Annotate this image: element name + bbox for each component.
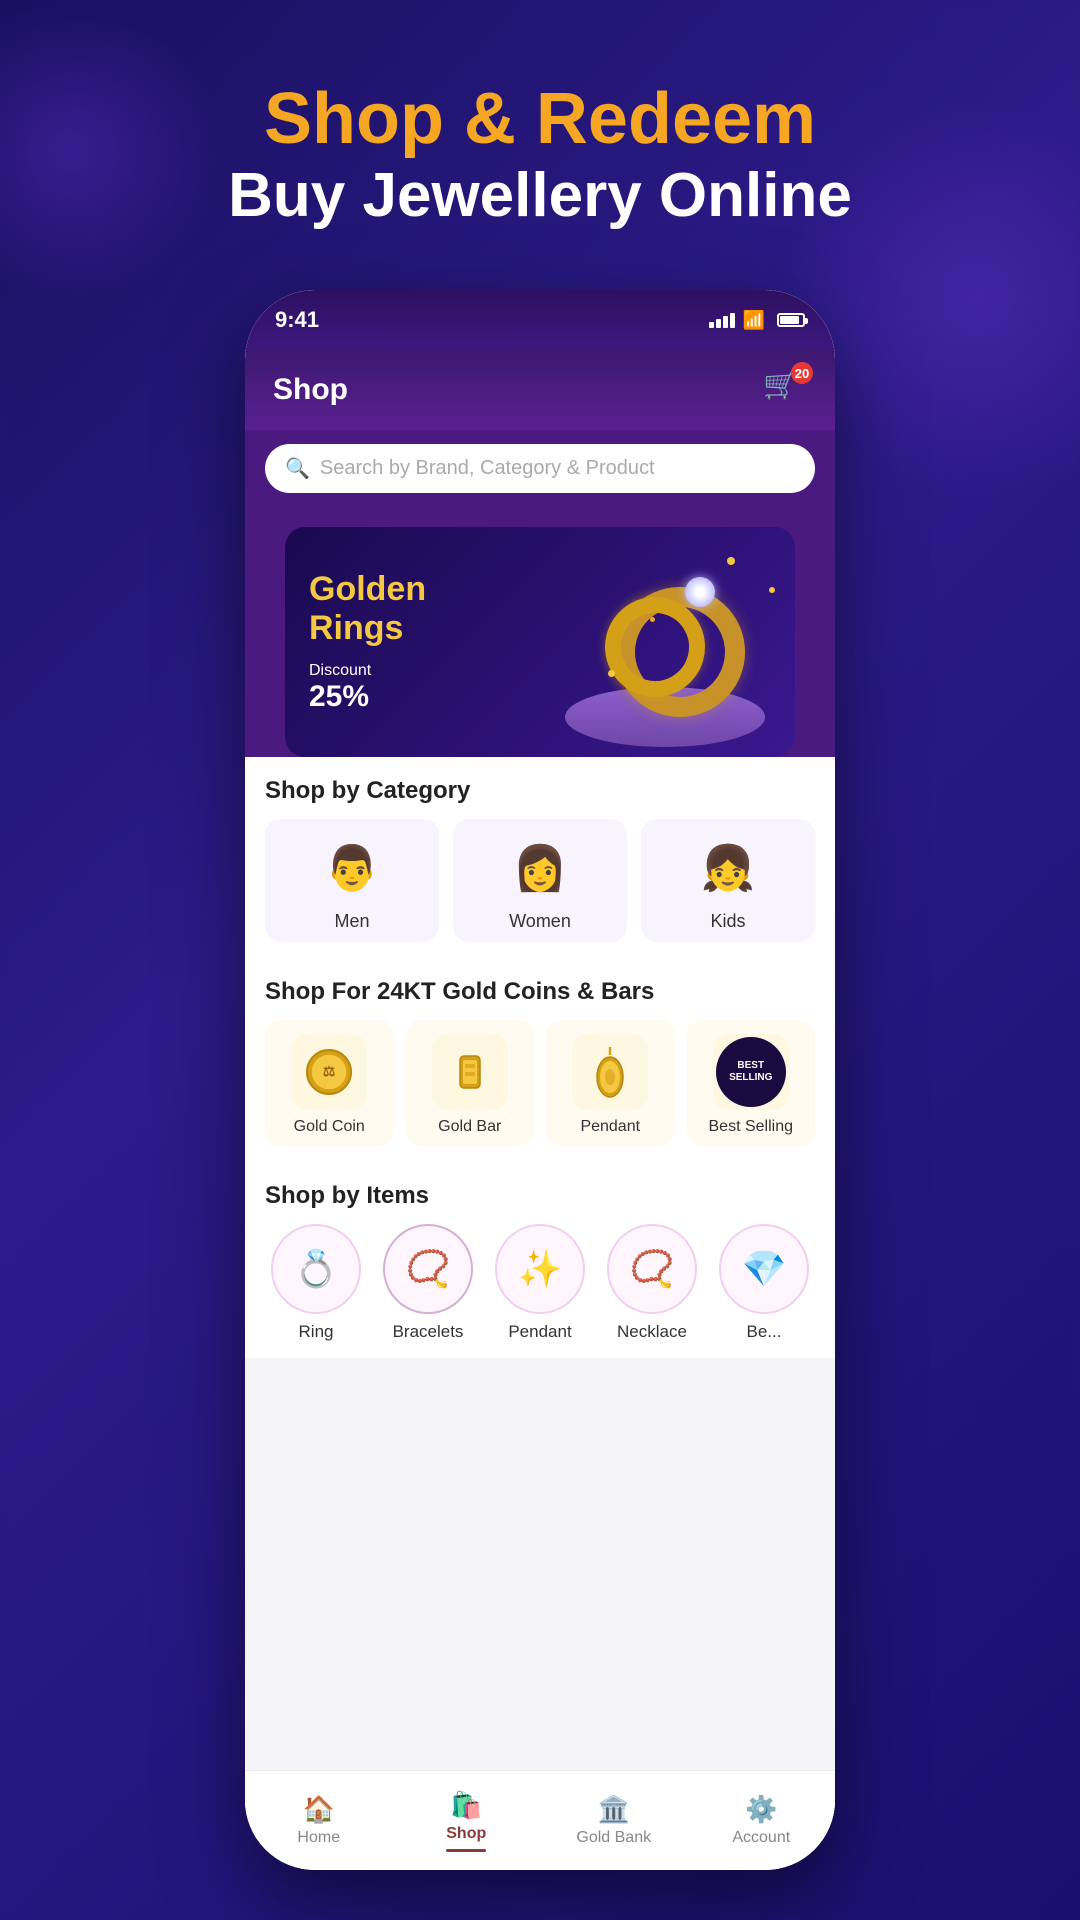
gold-coin-icon: ⚖: [291, 1034, 367, 1110]
gold-bar-item[interactable]: Gold Bar: [406, 1020, 535, 1146]
gold-bank-label: Gold Bank: [576, 1829, 651, 1847]
items-row: 💍 Ring 📿 Bracelets ✨ Pendant 📿 Necklace: [265, 1224, 815, 1358]
banner-discount-value: 25%: [309, 680, 426, 714]
gold-bar-label: Gold Bar: [438, 1118, 501, 1136]
item-necklace[interactable]: 📿 Necklace: [601, 1224, 703, 1342]
item-bracelets[interactable]: 📿 Bracelets: [377, 1224, 479, 1342]
items-section-title: Shop by Items: [265, 1162, 815, 1224]
pendant-item-icon: ✨: [495, 1224, 585, 1314]
item-more[interactable]: 💎 Be...: [713, 1224, 815, 1342]
nav-home[interactable]: 🏠 Home: [245, 1794, 393, 1847]
category-item-kids[interactable]: 👧 Kids: [641, 819, 815, 942]
best-selling-item[interactable]: BESTSELLING Best Selling: [687, 1020, 816, 1146]
hero-title-gold: Shop & Redeem: [0, 80, 1080, 159]
pendant-item-label: Pendant: [508, 1322, 571, 1342]
banner-text: Golden Rings Discount 25%: [285, 550, 450, 734]
battery-icon: [777, 313, 805, 327]
more-label: Be...: [747, 1322, 782, 1342]
scroll-area: Golden Rings Discount 25%: [245, 511, 835, 1870]
gold-bar-icon: [432, 1034, 508, 1110]
nav-account[interactable]: ⚙️ Account: [688, 1794, 836, 1847]
app-header: Shop 🛒 20: [245, 350, 835, 430]
category-item-women[interactable]: 👩 Women: [453, 819, 627, 942]
shop-icon: 🛍️: [450, 1790, 482, 1821]
category-row: 👨 Men 👩 Women 👧 Kids: [265, 819, 815, 958]
search-section: 🔍 Search by Brand, Category & Product: [245, 430, 835, 511]
banner-title-line1: Golden: [309, 570, 426, 609]
time-display: 9:41: [275, 307, 319, 333]
wifi-icon: 📶: [743, 310, 765, 331]
pendant-label: Pendant: [580, 1118, 640, 1136]
bracelets-label: Bracelets: [393, 1322, 464, 1342]
nav-shop[interactable]: 🛍️ Shop: [393, 1790, 541, 1852]
bottom-nav: 🏠 Home 🛍️ Shop 🏛️ Gold Bank ⚙️ Account: [245, 1770, 835, 1870]
ring-label: Ring: [299, 1322, 334, 1342]
home-icon: 🏠: [303, 1794, 335, 1825]
promo-banner[interactable]: Golden Rings Discount 25%: [285, 527, 795, 757]
necklace-label: Necklace: [617, 1322, 687, 1342]
pendant-item[interactable]: Pendant: [546, 1020, 675, 1146]
account-icon: ⚙️: [745, 1794, 777, 1825]
cart-button[interactable]: 🛒 20: [763, 368, 807, 412]
shop-label: Shop: [446, 1825, 486, 1843]
phone-frame: 9:41 📶 Shop 🛒 20: [245, 290, 835, 1870]
necklace-icon: 📿: [607, 1224, 697, 1314]
home-label: Home: [297, 1829, 340, 1847]
active-underline: [446, 1849, 486, 1852]
kids-avatar: 👧: [693, 833, 763, 903]
more-icon: 💎: [719, 1224, 809, 1314]
gold-section-title: Shop For 24KT Gold Coins & Bars: [265, 958, 815, 1020]
svg-text:⚖: ⚖: [323, 1063, 336, 1079]
app-title: Shop: [273, 373, 348, 407]
item-ring[interactable]: 💍 Ring: [265, 1224, 367, 1342]
cart-badge: 20: [791, 362, 813, 384]
hero-title-white: Buy Jewellery Online: [0, 159, 1080, 233]
women-avatar: 👩: [505, 833, 575, 903]
category-label-kids: Kids: [710, 911, 745, 932]
gold-coin-item[interactable]: ⚖ Gold Coin: [265, 1020, 394, 1146]
account-label: Account: [732, 1829, 790, 1847]
banner-title-line2: Rings: [309, 609, 426, 648]
gold-coin-label: Gold Coin: [294, 1118, 365, 1136]
best-selling-icon: BESTSELLING: [713, 1034, 789, 1110]
category-label-women: Women: [509, 911, 571, 932]
category-section-title: Shop by Category: [265, 757, 815, 819]
gold-items-row: ⚖ Gold Coin: [265, 1020, 815, 1162]
men-avatar: 👨: [317, 833, 387, 903]
banner-discount-label: Discount: [309, 662, 371, 679]
search-input[interactable]: Search by Brand, Category & Product: [320, 457, 655, 480]
item-pendant[interactable]: ✨ Pendant: [489, 1224, 591, 1342]
pendant-icon: [572, 1034, 648, 1110]
category-label-men: Men: [334, 911, 369, 932]
signal-icon: [709, 313, 735, 328]
search-input-wrap[interactable]: 🔍 Search by Brand, Category & Product: [265, 444, 815, 493]
hero-section: Shop & Redeem Buy Jewellery Online: [0, 0, 1080, 274]
best-selling-label: Best Selling: [709, 1118, 794, 1136]
status-bar: 9:41 📶: [245, 290, 835, 350]
category-item-men[interactable]: 👨 Men: [265, 819, 439, 942]
nav-gold-bank[interactable]: 🏛️ Gold Bank: [540, 1794, 688, 1847]
gold-bank-icon: 🏛️: [598, 1794, 630, 1825]
search-icon: 🔍: [285, 456, 310, 481]
ring-icon: 💍: [271, 1224, 361, 1314]
status-icons: 📶: [709, 310, 805, 331]
bracelets-icon: 📿: [383, 1224, 473, 1314]
